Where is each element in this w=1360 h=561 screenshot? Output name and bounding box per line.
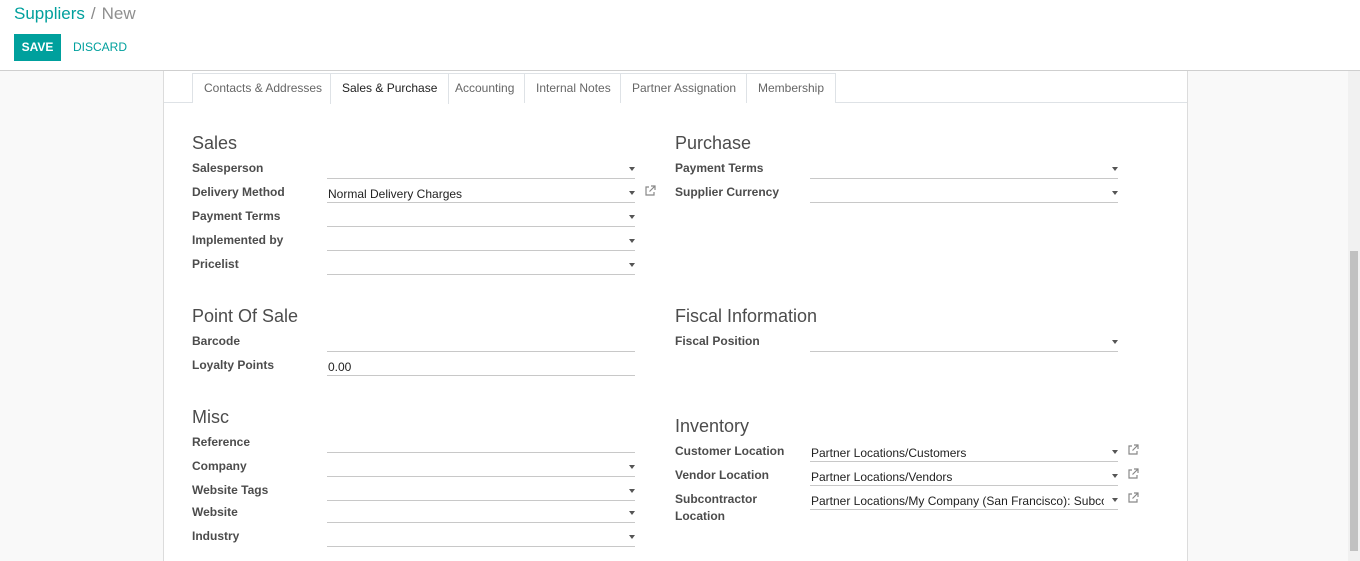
discard-button[interactable]: DISCARD (73, 34, 127, 61)
caret-down-icon[interactable] (1112, 498, 1118, 502)
sales-payment-terms-field[interactable] (327, 208, 635, 227)
website-tags-label: Website Tags (192, 483, 269, 497)
delivery-method-value: Normal Delivery Charges (328, 187, 463, 201)
purchase-payment-terms-field[interactable] (810, 160, 1118, 179)
reference-label: Reference (192, 435, 251, 449)
breadcrumb-current: New (101, 4, 136, 23)
external-link-icon[interactable] (1127, 468, 1139, 480)
misc-section-title: Misc (192, 407, 229, 427)
loyalty-points-value: 0.00 (328, 360, 352, 374)
caret-down-icon[interactable] (629, 489, 635, 493)
tab-partner-assignation[interactable]: Partner Assignation (620, 73, 749, 103)
vendor-location-label: Vendor Location (675, 468, 770, 482)
page-scrollbar[interactable] (1348, 71, 1360, 561)
caret-down-icon[interactable] (629, 511, 635, 515)
caret-down-icon[interactable] (629, 191, 635, 195)
sales-payment-terms-label: Payment Terms (192, 209, 281, 223)
company-field[interactable] (327, 458, 635, 477)
subcontractor-location-label-line2: Location (675, 509, 725, 523)
tab-membership[interactable]: Membership (746, 73, 837, 103)
loyalty-points-label: Loyalty Points (192, 358, 275, 372)
tab-sales-purchase[interactable]: Sales & Purchase (330, 73, 450, 104)
supplier-currency-label: Supplier Currency (675, 185, 780, 199)
barcode-label: Barcode (192, 334, 241, 348)
customer-location-label: Customer Location (675, 444, 785, 458)
caret-down-icon[interactable] (629, 239, 635, 243)
breadcrumb-separator: / (90, 4, 96, 23)
pricelist-label: Pricelist (192, 257, 239, 271)
loyalty-points-input[interactable]: 0.00 (327, 357, 635, 376)
save-button[interactable]: SAVE (14, 34, 61, 61)
breadcrumb-suppliers-link[interactable]: Suppliers (14, 4, 85, 23)
caret-down-icon[interactable] (1112, 450, 1118, 454)
salesperson-field[interactable] (327, 160, 635, 179)
caret-down-icon[interactable] (629, 215, 635, 219)
sales-section-title: Sales (192, 133, 238, 153)
implemented-by-field[interactable] (327, 232, 635, 251)
control-panel: Suppliers / New SAVE DISCARD (0, 0, 1360, 71)
industry-label: Industry (192, 529, 240, 543)
website-label: Website (192, 505, 238, 519)
purchase-payment-terms-label: Payment Terms (675, 161, 764, 175)
caret-down-icon[interactable] (1112, 167, 1118, 171)
customer-location-value: Partner Locations/Customers (811, 446, 967, 460)
caret-down-icon[interactable] (1112, 340, 1118, 344)
industry-field[interactable] (327, 528, 635, 547)
caret-down-icon[interactable] (629, 167, 635, 171)
tab-contacts-addresses[interactable]: Contacts & Addresses (192, 73, 335, 103)
implemented-by-label: Implemented by (192, 233, 284, 247)
caret-down-icon[interactable] (629, 263, 635, 267)
caret-down-icon[interactable] (1112, 474, 1118, 478)
inventory-section-title: Inventory (675, 416, 750, 436)
supplier-currency-field[interactable] (810, 184, 1118, 203)
subcontractor-location-value: Partner Locations/My Company (San Franci… (811, 494, 1104, 508)
delivery-method-label: Delivery Method (192, 185, 285, 199)
subcontractor-location-label-line1: Subcontractor (675, 492, 758, 506)
company-label: Company (192, 459, 247, 473)
scrollbar-thumb[interactable] (1350, 251, 1358, 551)
caret-down-icon[interactable] (1112, 191, 1118, 195)
website-field[interactable] (327, 504, 635, 523)
pricelist-field[interactable] (327, 256, 635, 275)
barcode-input[interactable] (327, 333, 635, 352)
customer-location-field[interactable]: Partner Locations/Customers (810, 443, 1118, 462)
external-link-icon[interactable] (1127, 492, 1139, 504)
pos-section-title: Point Of Sale (192, 306, 299, 326)
form-sheet: Contacts & Addresses Sales & Purchase Ac… (163, 71, 1188, 561)
caret-down-icon[interactable] (629, 465, 635, 469)
delivery-method-field[interactable]: Normal Delivery Charges (327, 184, 635, 203)
vendor-location-field[interactable]: Partner Locations/Vendors (810, 467, 1118, 486)
reference-input[interactable] (327, 434, 635, 453)
fiscal-position-field[interactable] (810, 333, 1118, 352)
vendor-location-value: Partner Locations/Vendors (811, 470, 953, 484)
purchase-section-title: Purchase (675, 133, 752, 153)
external-link-icon[interactable] (644, 185, 656, 197)
fiscal-section-title: Fiscal Information (675, 306, 818, 326)
breadcrumb: Suppliers / New (14, 4, 136, 24)
caret-down-icon[interactable] (629, 535, 635, 539)
salesperson-label: Salesperson (192, 161, 264, 175)
external-link-icon[interactable] (1127, 444, 1139, 456)
tab-internal-notes[interactable]: Internal Notes (524, 73, 623, 103)
fiscal-position-label: Fiscal Position (675, 334, 760, 348)
tab-accounting[interactable]: Accounting (443, 73, 527, 103)
subcontractor-location-field[interactable]: Partner Locations/My Company (San Franci… (810, 491, 1118, 510)
website-tags-field[interactable] (327, 482, 635, 501)
